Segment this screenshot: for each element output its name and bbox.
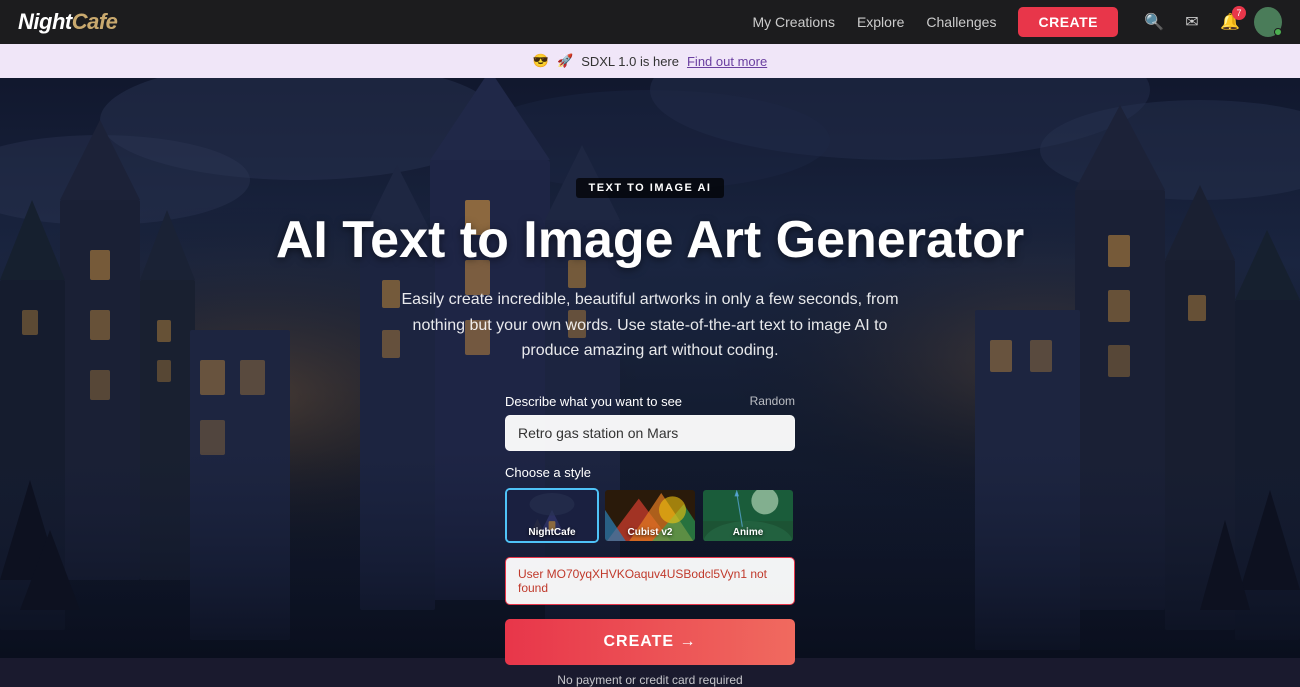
- hero-subtitle: Easily create incredible, beautiful artw…: [390, 287, 910, 364]
- prompt-input[interactable]: Retro gas station on Mars: [505, 415, 795, 451]
- announcement-bar: 😎 🚀 SDXL 1.0 is here Find out more: [0, 44, 1300, 78]
- no-payment-text: No payment or credit card required: [505, 673, 795, 687]
- style-cubist[interactable]: Cubist v2: [603, 488, 697, 543]
- search-icon[interactable]: 🔍: [1140, 8, 1168, 36]
- style-nightcafe[interactable]: NightCafe: [505, 488, 599, 543]
- avatar[interactable]: [1254, 8, 1282, 36]
- style-options: NightCafe Cubist v2: [505, 488, 795, 543]
- email-icon[interactable]: ✉: [1178, 8, 1206, 36]
- navbar-right: My Creations Explore Challenges CREATE 🔍…: [752, 7, 1282, 37]
- style-cubist-label: Cubist v2: [605, 527, 695, 538]
- online-indicator: [1274, 28, 1282, 36]
- nav-my-creations[interactable]: My Creations: [752, 14, 834, 30]
- style-nightcafe-label: NightCafe: [507, 527, 597, 538]
- announcement-text: SDXL 1.0 is here: [581, 54, 679, 69]
- navbar-create-button[interactable]: CREATE: [1018, 7, 1118, 37]
- style-anime[interactable]: Anime: [701, 488, 795, 543]
- describe-label: Describe what you want to see: [505, 394, 682, 409]
- navbar-icons: 🔍 ✉ 🔔 7: [1140, 8, 1282, 36]
- random-link[interactable]: Random: [750, 394, 795, 408]
- hero-title: AI Text to Image Art Generator: [276, 212, 1024, 269]
- style-label: Choose a style: [505, 465, 795, 480]
- notification-icon[interactable]: 🔔 7: [1216, 8, 1244, 36]
- announcement-emoji1: 😎: [533, 53, 549, 69]
- create-button[interactable]: CREATE →: [505, 619, 795, 665]
- announcement-link[interactable]: Find out more: [687, 54, 767, 69]
- hero-section: TEXT TO IMAGE AI AI Text to Image Art Ge…: [0, 0, 1300, 658]
- site-logo[interactable]: NightCafe: [18, 9, 117, 35]
- nav-explore[interactable]: Explore: [857, 14, 904, 30]
- announcement-emoji2: 🚀: [557, 53, 573, 69]
- hero-badge: TEXT TO IMAGE AI: [576, 178, 723, 198]
- hero-content: TEXT TO IMAGE AI AI Text to Image Art Ge…: [0, 78, 1300, 687]
- style-anime-label: Anime: [703, 527, 793, 538]
- hero-form: Describe what you want to see Random Ret…: [505, 394, 795, 687]
- error-message: User MO70yqXHVKOaquv4USBodcl5Vyn1 not fo…: [505, 557, 795, 605]
- form-label-row: Describe what you want to see Random: [505, 394, 795, 409]
- notification-badge: 7: [1232, 6, 1246, 20]
- nav-challenges[interactable]: Challenges: [926, 14, 996, 30]
- navbar: NightCafe My Creations Explore Challenge…: [0, 0, 1300, 44]
